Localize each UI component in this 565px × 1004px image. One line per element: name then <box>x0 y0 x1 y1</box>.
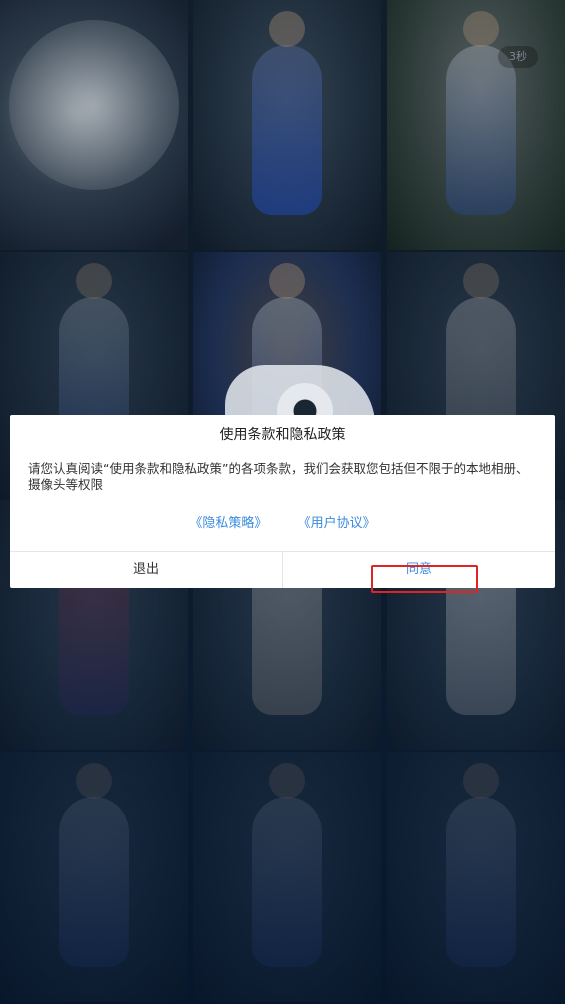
dialog-message: 请您认真阅读“使用条款和隐私政策”的各项条款，我们会获取您包括但不限于的本地相册… <box>28 461 529 492</box>
dialog-title: 使用条款和隐私政策 <box>219 427 346 443</box>
background-tile-player <box>387 752 565 1002</box>
agree-button[interactable]: 同意 <box>283 552 555 588</box>
privacy-policy-dialog: 使用条款和隐私政策 请您认真阅读“使用条款和隐私政策”的各项条款，我们会获取您包… <box>10 415 555 588</box>
background-tile-player <box>387 0 565 250</box>
background-tile-player <box>0 752 188 1002</box>
privacy-policy-link[interactable]: 《隐私策略》 <box>189 516 267 531</box>
user-agreement-link[interactable]: 《用户协议》 <box>298 516 376 531</box>
policy-links: 《隐私策略》 《用户协议》 <box>10 514 555 534</box>
exit-button[interactable]: 退出 <box>10 552 282 588</box>
background-tile-player <box>193 0 381 250</box>
background-tile-soccer-ball <box>0 0 188 250</box>
background-tile-player <box>193 752 381 1002</box>
countdown-skip-button[interactable]: 3秒 <box>498 46 538 68</box>
